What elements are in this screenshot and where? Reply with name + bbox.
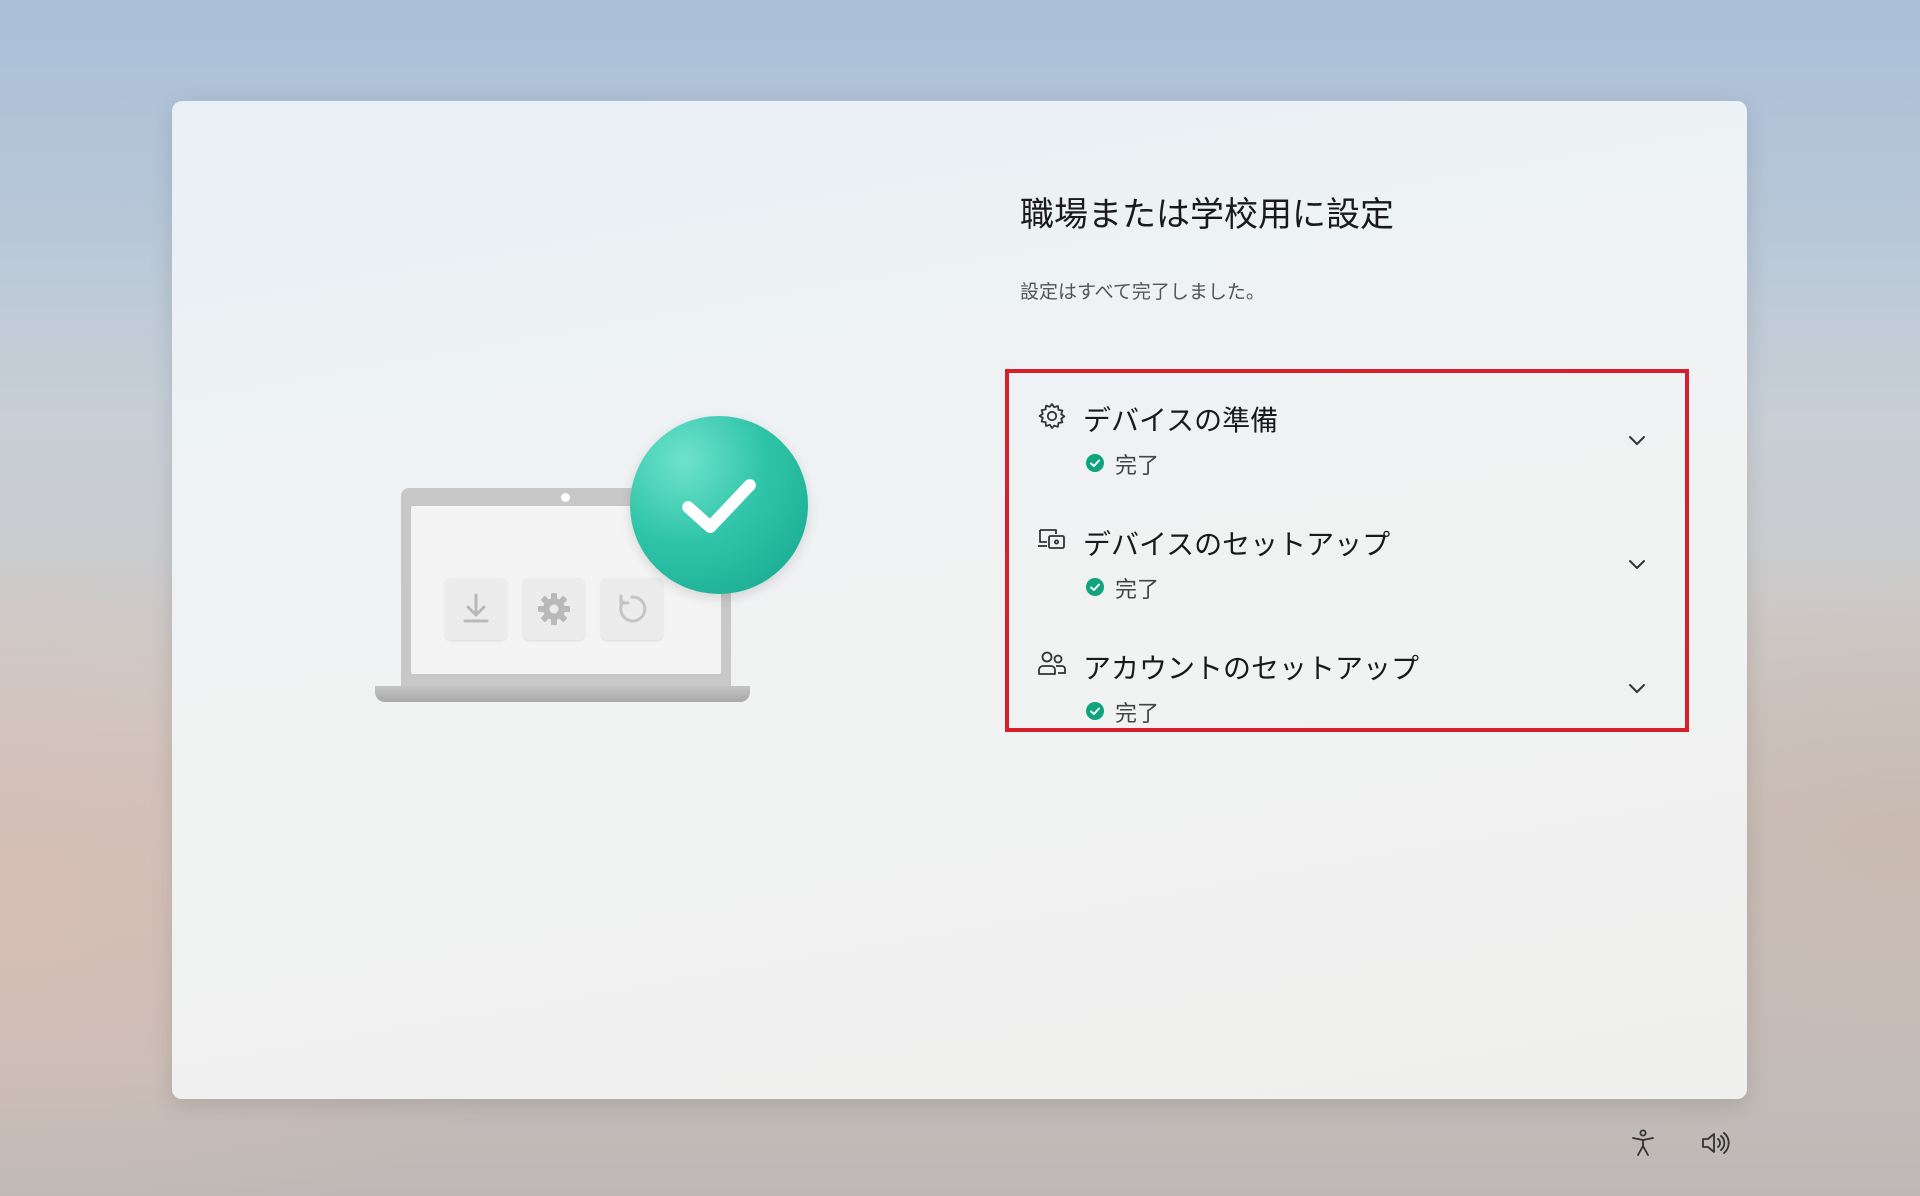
volume-icon[interactable] — [1700, 1128, 1730, 1158]
chevron-down-icon[interactable] — [1627, 433, 1647, 447]
step-account-setup[interactable]: アカウントのセットアップ 完了 — [1009, 629, 1685, 739]
status-check-icon — [1086, 454, 1104, 472]
setup-complete-illustration — [375, 416, 808, 736]
page-title: 職場または学校用に設定 — [1020, 195, 1394, 235]
checkmark-icon — [630, 416, 808, 594]
devices-icon — [1038, 529, 1065, 549]
people-icon — [1038, 651, 1066, 675]
gear-icon — [523, 578, 585, 640]
step-label: デバイスの準備 — [1083, 404, 1279, 437]
setup-window: 職場または学校用に設定 設定はすべて完了しました。 デバイスの準備 完了 デバイ… — [172, 101, 1747, 1099]
step-device-setup[interactable]: デバイスのセットアップ 完了 — [1009, 505, 1685, 615]
refresh-icon — [601, 578, 663, 640]
setup-steps-list: デバイスの準備 完了 デバイスのセットアップ 完了 アカウントのセットアップ 完… — [1005, 369, 1689, 732]
gear-icon — [1038, 403, 1066, 429]
status-check-icon — [1086, 702, 1104, 720]
step-status: 完了 — [1115, 702, 1160, 727]
step-label: アカウントのセットアップ — [1083, 652, 1420, 685]
download-icon — [445, 578, 507, 640]
step-status: 完了 — [1115, 578, 1160, 603]
status-check-icon — [1086, 578, 1104, 596]
chevron-down-icon[interactable] — [1627, 681, 1647, 695]
step-device-preparation[interactable]: デバイスの準備 完了 — [1009, 381, 1685, 491]
laptop-camera — [561, 493, 570, 502]
accessibility-icon[interactable] — [1628, 1128, 1658, 1158]
laptop-base — [375, 686, 750, 702]
chevron-down-icon[interactable] — [1627, 557, 1647, 571]
step-label: デバイスのセットアップ — [1083, 528, 1391, 561]
page-subtitle: 設定はすべて完了しました。 — [1020, 281, 1265, 303]
step-status: 完了 — [1115, 454, 1160, 479]
